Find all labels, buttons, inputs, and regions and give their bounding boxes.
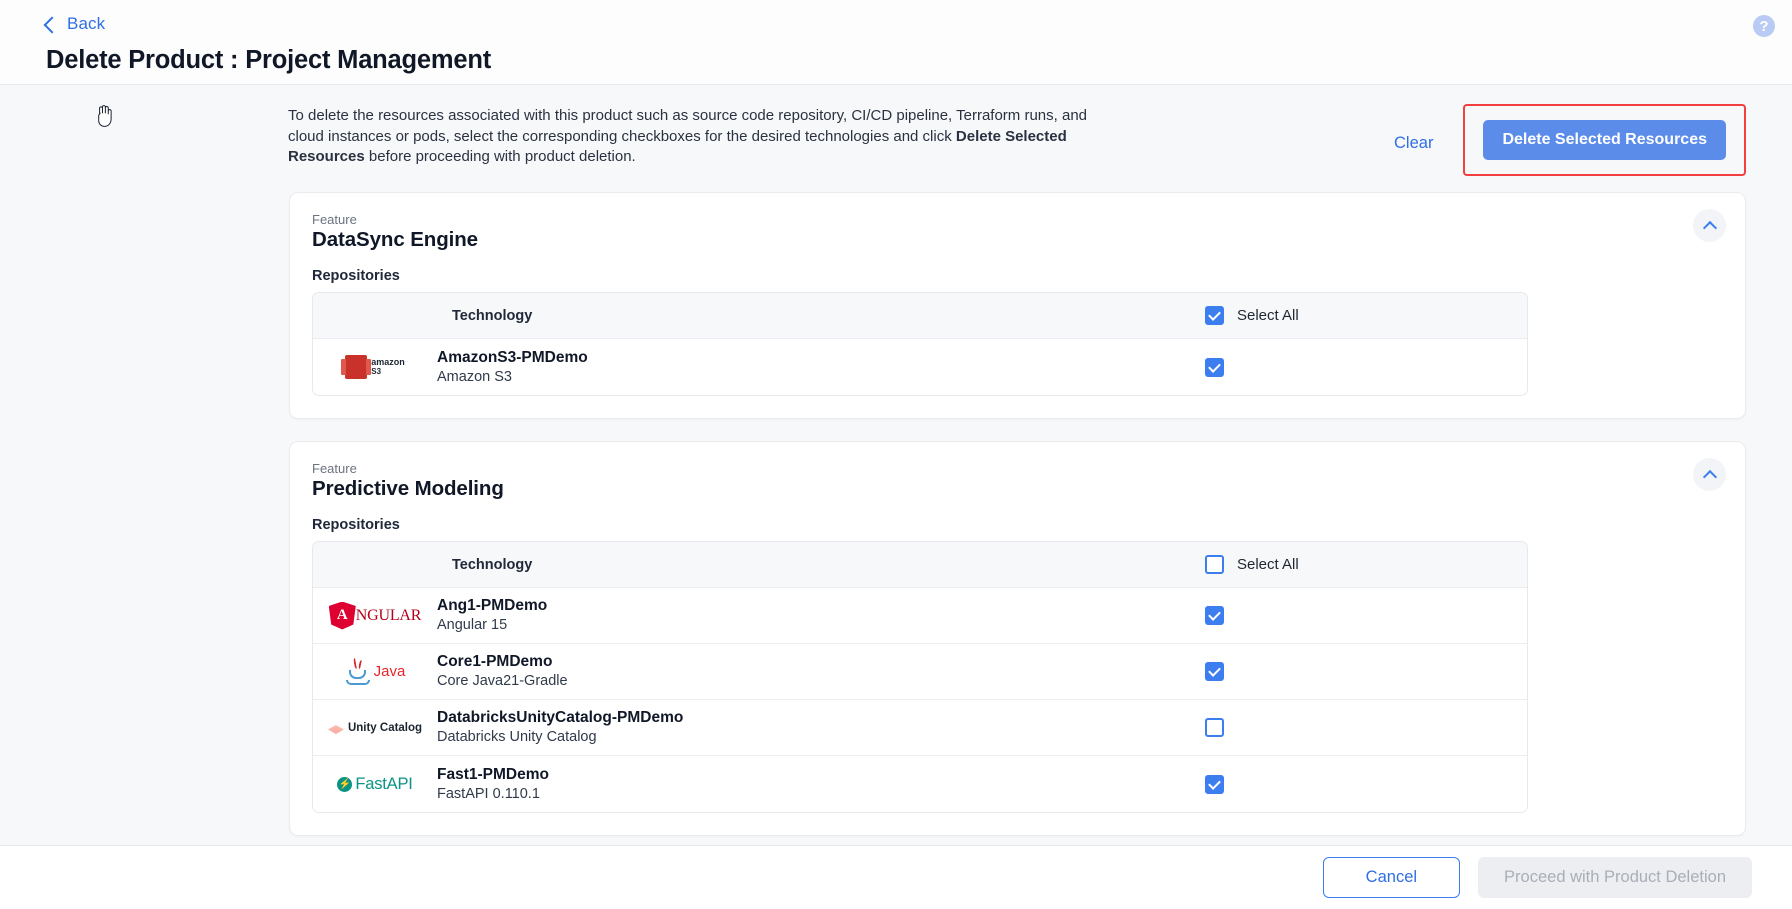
select-all-label: Select All — [1237, 307, 1299, 324]
feature-kicker: Feature — [312, 212, 357, 227]
feature-name: Predictive Modeling — [312, 477, 504, 500]
fastapi-logo: ⚡ FastAPI — [337, 774, 413, 793]
unity-catalog-mark-icon — [328, 719, 344, 736]
technology-name: Amazon S3 — [437, 368, 512, 385]
collapse-toggle-button[interactable] — [1693, 209, 1726, 242]
java-cup-icon — [345, 657, 371, 686]
app-header: Back Delete Product : Project Management… — [0, 0, 1792, 85]
intro-description: To delete the resources associated with … — [288, 106, 1088, 168]
help-icon[interactable]: ? — [1753, 15, 1775, 37]
amazon-s3-logo: amazon S3 — [341, 355, 405, 379]
repository-name: DatabricksUnityCatalog-PMDemo — [437, 709, 684, 726]
table-row: Java Core1-PMDemo Core Java21-Gradle — [313, 644, 1527, 700]
row-checkbox[interactable] — [1205, 718, 1224, 737]
technology-name: FastAPI 0.110.1 — [437, 785, 540, 802]
table-header-row: Technology Select All — [313, 542, 1527, 588]
table-row: amazon S3 AmazonS3-PMDemo Amazon S3 — [313, 339, 1527, 395]
technology-column-header: Technology — [452, 307, 533, 324]
page-title: Delete Product : Project Management — [46, 46, 492, 74]
clear-button[interactable]: Clear — [1380, 130, 1447, 157]
row-checkbox[interactable] — [1205, 606, 1224, 625]
footer-action-bar: Cancel Proceed with Product Deletion — [0, 845, 1792, 909]
feature-cards-list: Feature DataSync Engine Repositories Tec… — [0, 184, 1792, 836]
select-all-label: Select All — [1237, 556, 1299, 573]
table-row: Unity Catalog DatabricksUnityCatalog-PMD… — [313, 700, 1527, 756]
feature-card-predictive-modeling: Feature Predictive Modeling Repositories… — [289, 441, 1746, 836]
repositories-section-label: Repositories — [312, 268, 400, 284]
repository-name: AmazonS3-PMDemo — [437, 348, 588, 366]
delete-selected-resources-button[interactable]: Delete Selected Resources — [1483, 120, 1726, 160]
table-row: A NGULAR Ang1-PMDemo Angular 15 — [313, 588, 1527, 644]
feature-name: DataSync Engine — [312, 228, 478, 251]
fastapi-bolt-icon: ⚡ — [337, 776, 353, 792]
amazon-s3-mark-icon — [341, 355, 372, 379]
java-logo: Java — [345, 657, 405, 686]
angular-shield-icon: A — [328, 601, 356, 630]
repository-name: Fast1-PMDemo — [437, 765, 549, 783]
repository-name: Ang1-PMDemo — [437, 597, 548, 614]
repository-name: Core1-PMDemo — [437, 653, 553, 670]
select-all-checkbox[interactable] — [1205, 306, 1224, 325]
intro-strip: To delete the resources associated with … — [0, 86, 1792, 184]
chevron-left-icon — [43, 16, 61, 33]
feature-kicker: Feature — [312, 461, 357, 476]
cancel-button[interactable]: Cancel — [1322, 857, 1461, 898]
row-checkbox[interactable] — [1205, 662, 1224, 681]
collapse-toggle-button[interactable] — [1693, 458, 1726, 491]
technology-table: Technology Select All A NGULAR Ang1-PMDe… — [312, 541, 1528, 813]
intro-actions: Clear Delete Selected Resources — [98, 104, 1746, 176]
technology-name: Angular 15 — [437, 617, 508, 633]
back-button-label: Back — [67, 14, 106, 33]
chevron-up-icon — [1702, 469, 1717, 484]
table-header-row: Technology Select All — [313, 293, 1527, 339]
technology-column-header: Technology — [452, 556, 533, 573]
feature-card-datasync-engine: Feature DataSync Engine Repositories Tec… — [289, 192, 1746, 419]
select-all-checkbox[interactable] — [1205, 555, 1224, 574]
row-checkbox[interactable] — [1205, 774, 1224, 794]
databricks-unity-catalog-logo: Unity Catalog — [328, 719, 422, 736]
angular-logo: A NGULAR — [328, 601, 421, 630]
back-button[interactable]: Back — [43, 12, 106, 36]
row-checkbox[interactable] — [1205, 357, 1224, 377]
mouse-cursor-icon — [98, 105, 112, 127]
chevron-up-icon — [1702, 220, 1717, 235]
repositories-section-label: Repositories — [312, 517, 400, 533]
technology-name: Core Java21-Gradle — [437, 673, 568, 689]
table-row: ⚡ FastAPI Fast1-PMDemo FastAPI 0.110.1 — [313, 756, 1527, 812]
proceed-with-product-deletion-button[interactable]: Proceed with Product Deletion — [1478, 857, 1752, 898]
technology-name: Databricks Unity Catalog — [437, 729, 597, 745]
technology-table: Technology Select All amazon S3 AmazonS3… — [312, 292, 1528, 396]
content-scroll-area[interactable]: To delete the resources associated with … — [0, 86, 1792, 909]
intro-text-part2: before proceeding with product deletion. — [364, 148, 636, 165]
delete-selected-highlight: Delete Selected Resources — [98, 104, 1746, 176]
